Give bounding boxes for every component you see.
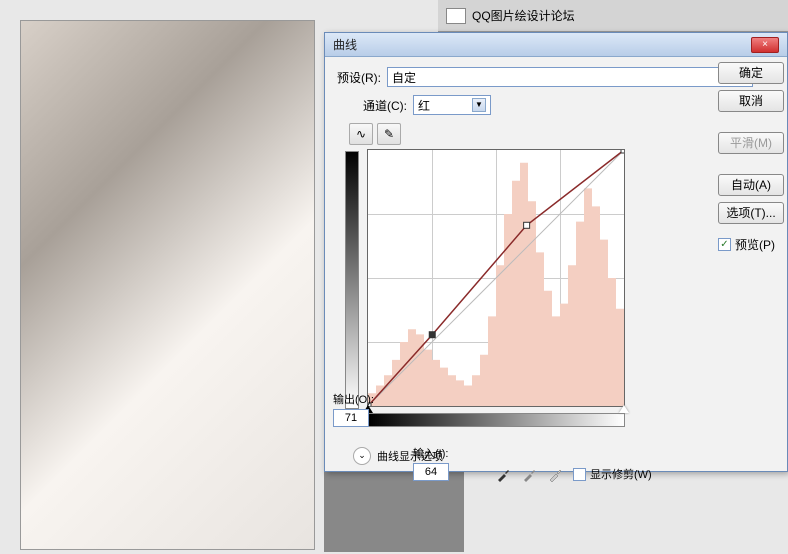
expand-icon[interactable]: ⌄ — [353, 447, 371, 465]
curve-graph[interactable] — [367, 149, 625, 407]
dialog-titlebar[interactable]: 曲线 × — [325, 33, 787, 57]
output-label: 输出(O): — [333, 391, 374, 407]
channel-select[interactable]: 红 ▼ — [413, 95, 491, 115]
smooth-button[interactable]: 平滑(M) — [718, 132, 784, 154]
show-clipping-label: 显示修剪(W) — [590, 466, 652, 482]
input-value-input[interactable]: 64 — [413, 463, 449, 481]
channel-label: 通道(C): — [363, 97, 407, 114]
dialog-title: 曲线 — [333, 36, 357, 53]
channel-value: 红 — [418, 97, 430, 114]
options-button[interactable]: 选项(T)... — [718, 202, 784, 224]
close-button[interactable]: × — [751, 37, 779, 53]
curve-tool-group: ∿ ✎ — [349, 123, 775, 145]
output-value-input[interactable]: 71 — [333, 409, 369, 427]
preset-select[interactable]: 自定 ▼ — [387, 67, 753, 87]
doc-tab-label[interactable]: QQ图片绘设计论坛 — [472, 7, 575, 24]
output-section: 输出(O): 71 — [333, 391, 374, 427]
document-tab-bar: QQ图片绘设计论坛 — [438, 0, 788, 32]
eyedropper-gray-icon[interactable] — [521, 465, 539, 483]
preset-value: 自定 — [392, 69, 416, 86]
preview-label: 预览(P) — [735, 236, 775, 253]
canvas-image — [21, 21, 314, 549]
curve-tool-point[interactable]: ∿ — [349, 123, 373, 145]
input-gradient-strip — [367, 413, 625, 427]
gray-panel — [324, 472, 464, 552]
show-clipping-checkbox[interactable] — [573, 468, 586, 481]
auto-button[interactable]: 自动(A) — [718, 174, 784, 196]
white-point-slider[interactable] — [619, 405, 629, 413]
output-gradient-strip — [345, 151, 359, 409]
curve-display-options-row[interactable]: ⌄ 曲线显示选项 — [353, 447, 443, 465]
chevron-down-icon: ▼ — [472, 98, 486, 112]
preview-checkbox[interactable]: ✓ — [718, 238, 731, 251]
curve-tool-pencil[interactable]: ✎ — [377, 123, 401, 145]
eyedropper-black-icon[interactable] — [495, 465, 513, 483]
ok-button[interactable]: 确定 — [718, 62, 784, 84]
eyedropper-row: 显示修剪(W) — [495, 465, 652, 483]
histogram — [368, 150, 624, 406]
preset-label: 预设(R): — [337, 69, 381, 86]
eyedropper-white-icon[interactable] — [547, 465, 565, 483]
canvas-area[interactable] — [20, 20, 315, 550]
doc-thumbnail[interactable] — [446, 8, 466, 24]
cancel-button[interactable]: 取消 — [718, 90, 784, 112]
curve-display-label: 曲线显示选项 — [377, 448, 443, 464]
